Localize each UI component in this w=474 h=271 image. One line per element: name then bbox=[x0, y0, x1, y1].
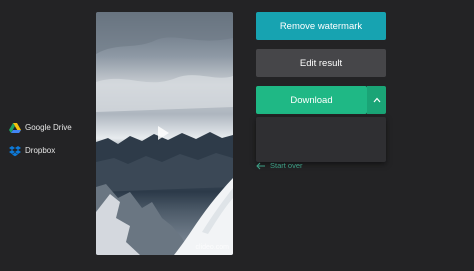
download-button[interactable]: Download bbox=[256, 86, 367, 114]
google-drive-icon bbox=[9, 123, 21, 133]
menu-item-dropbox[interactable]: Dropbox bbox=[0, 140, 130, 162]
watermark-text: clideo.com bbox=[195, 244, 229, 251]
chevron-up-icon bbox=[373, 97, 380, 103]
remove-watermark-button[interactable]: Remove watermark bbox=[256, 12, 386, 40]
play-icon[interactable] bbox=[158, 126, 169, 140]
arrow-left-icon bbox=[256, 162, 265, 169]
start-over-link[interactable]: Start over bbox=[256, 161, 303, 170]
download-menu bbox=[256, 117, 386, 162]
dropbox-icon bbox=[9, 146, 21, 157]
download-options-toggle[interactable] bbox=[367, 86, 386, 114]
menu-item-label: Dropbox bbox=[25, 146, 56, 155]
menu-item-google-drive[interactable]: Google Drive bbox=[0, 117, 130, 139]
menu-item-label: Google Drive bbox=[25, 123, 72, 132]
start-over-label: Start over bbox=[270, 161, 303, 170]
edit-result-button[interactable]: Edit result bbox=[256, 49, 386, 77]
